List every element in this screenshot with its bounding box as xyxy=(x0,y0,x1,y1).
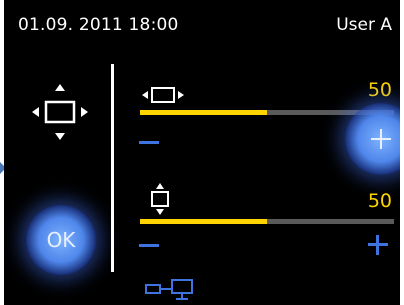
status-user: User A xyxy=(336,15,392,35)
ok-button[interactable]: OK xyxy=(26,205,96,275)
height-slider[interactable] xyxy=(140,219,394,224)
width-value: 50 xyxy=(367,79,392,101)
height-decrease-button[interactable] xyxy=(139,244,159,247)
display-panel: 01.09. 2011 18:00 User A OK 50 50 xyxy=(4,0,400,305)
width-decrease-button[interactable] xyxy=(139,141,159,144)
width-slider-fill xyxy=(140,110,267,115)
height-value: 50 xyxy=(367,190,392,212)
height-slider-fill xyxy=(140,219,267,224)
move-position-icon[interactable] xyxy=(28,80,92,144)
screen-link-icon[interactable] xyxy=(144,277,198,301)
status-datetime: 01.09. 2011 18:00 xyxy=(18,15,179,35)
height-increase-button[interactable] xyxy=(366,233,390,257)
width-adjust-icon xyxy=(142,87,184,103)
panel-divider xyxy=(111,64,114,272)
height-adjust-icon xyxy=(151,183,169,215)
ok-button-label: OK xyxy=(46,228,76,252)
